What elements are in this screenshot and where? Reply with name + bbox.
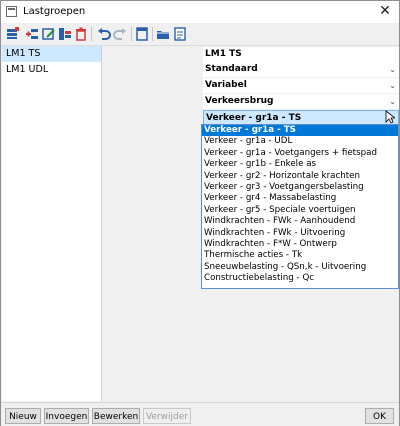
- list-item[interactable]: LM1 UDL: [2, 62, 101, 78]
- property-row-constructie: Constructie Verkeersbrug ⌄: [102, 94, 399, 109]
- copy-icon[interactable]: [58, 27, 72, 41]
- new-button[interactable]: Nieuw: [5, 408, 41, 424]
- dropdown-option[interactable]: Windkrachten - F*W - Ontwerp: [202, 239, 398, 250]
- toolbar-separator: [91, 27, 92, 41]
- relatie-value: Standaard: [205, 64, 258, 74]
- library-icon[interactable]: [135, 27, 149, 41]
- undo-icon[interactable]: [97, 27, 111, 41]
- chevron-down-icon[interactable]: ⌄: [389, 62, 396, 77]
- property-row-relatie: Relatie Standaard ⌄: [102, 62, 399, 77]
- constructie-value: Verkeersbrug: [205, 96, 274, 106]
- dropdown-option[interactable]: Verkeer - gr4 - Massabelasting: [202, 193, 398, 204]
- insert-icon[interactable]: [25, 27, 39, 41]
- dropdown-option[interactable]: Verkeer - gr1b - Enkele as: [202, 159, 398, 170]
- toolbar: [1, 23, 399, 46]
- constructie-select[interactable]: Verkeersbrug ⌄: [203, 94, 399, 109]
- last-select[interactable]: Variabel ⌄: [203, 78, 399, 93]
- dropdown-option[interactable]: Sneeuwbelasting - QSn,k - Uitvoering: [202, 262, 398, 273]
- delete-button: Verwijder: [143, 408, 191, 424]
- dropdown-option[interactable]: Verkeer - gr3 - Voetgangersbelasting: [202, 182, 398, 193]
- list-item[interactable]: LM1 TS: [2, 46, 101, 62]
- relatie-select[interactable]: Standaard ⌄: [203, 62, 399, 77]
- load-group-list[interactable]: LM1 TS LM1 UDL: [2, 46, 102, 401]
- report-icon[interactable]: [173, 27, 187, 41]
- dropdown-option[interactable]: Windkrachten - FWk - Uitvoering: [202, 228, 398, 239]
- chevron-down-icon[interactable]: ⌄: [389, 78, 396, 93]
- dropdown-option[interactable]: Verkeer - gr2 - Horizontale krachten: [202, 171, 398, 182]
- edit-button[interactable]: Bewerken: [92, 408, 140, 424]
- title-bar: Lastgroepen ✕: [1, 1, 399, 23]
- dropdown-option[interactable]: Thermische acties - Tk: [202, 250, 398, 261]
- insert-button[interactable]: Invoegen: [44, 408, 89, 424]
- name-field[interactable]: LM1 TS: [203, 47, 399, 62]
- open-icon[interactable]: [156, 27, 170, 41]
- window-title: Lastgroepen: [23, 6, 86, 17]
- redo-icon: [113, 27, 127, 41]
- close-icon[interactable]: ✕: [377, 3, 393, 19]
- dropdown-option[interactable]: Verkeer - gr1a - Voetgangers + fietspad: [202, 148, 398, 159]
- window-icon: [6, 6, 17, 17]
- property-row-naam: Naam LM1 TS: [102, 47, 399, 62]
- belastingtype-select[interactable]: Verkeer - gr1a - TS ⌄: [203, 110, 399, 125]
- belastingtype-value: Verkeer - gr1a - TS: [206, 113, 302, 123]
- dropdown-option[interactable]: Windkrachten - FWk - Aanhoudend: [202, 216, 398, 227]
- toolbar-separator: [152, 27, 153, 41]
- property-row-last: Last Variabel ⌄: [102, 78, 399, 93]
- dropdown-option[interactable]: Verkeer - gr1a - TS: [202, 125, 398, 137]
- dropdown-option[interactable]: Verkeer - gr5 - Speciale voertuigen: [202, 205, 398, 216]
- new-icon[interactable]: [6, 27, 20, 41]
- last-value: Variabel: [205, 80, 247, 90]
- dropdown-option[interactable]: Verkeer - gr1a - UDL: [202, 136, 398, 147]
- chevron-down-icon[interactable]: ⌄: [389, 94, 396, 109]
- edit-icon[interactable]: [42, 27, 56, 41]
- dropdown-option[interactable]: Constructiebelasting - Qc: [202, 273, 398, 284]
- dialog-window: Lastgroepen ✕ LM1 TS LM1 UDL LM1 TS Stan…: [0, 0, 400, 426]
- mouse-cursor-icon: [385, 110, 397, 124]
- footer-bar: Nieuw Invoegen Bewerken Verwijder OK: [1, 402, 399, 426]
- property-row-belastingtype: Belastingtype Verkeer - gr1a - TS ⌄: [102, 110, 399, 125]
- belastingtype-dropdown[interactable]: Verkeer - gr1a - TS Verkeer - gr1a - UDL…: [201, 124, 399, 289]
- toolbar-separator: [131, 27, 132, 41]
- ok-button[interactable]: OK: [365, 408, 394, 424]
- delete-icon[interactable]: [74, 27, 88, 41]
